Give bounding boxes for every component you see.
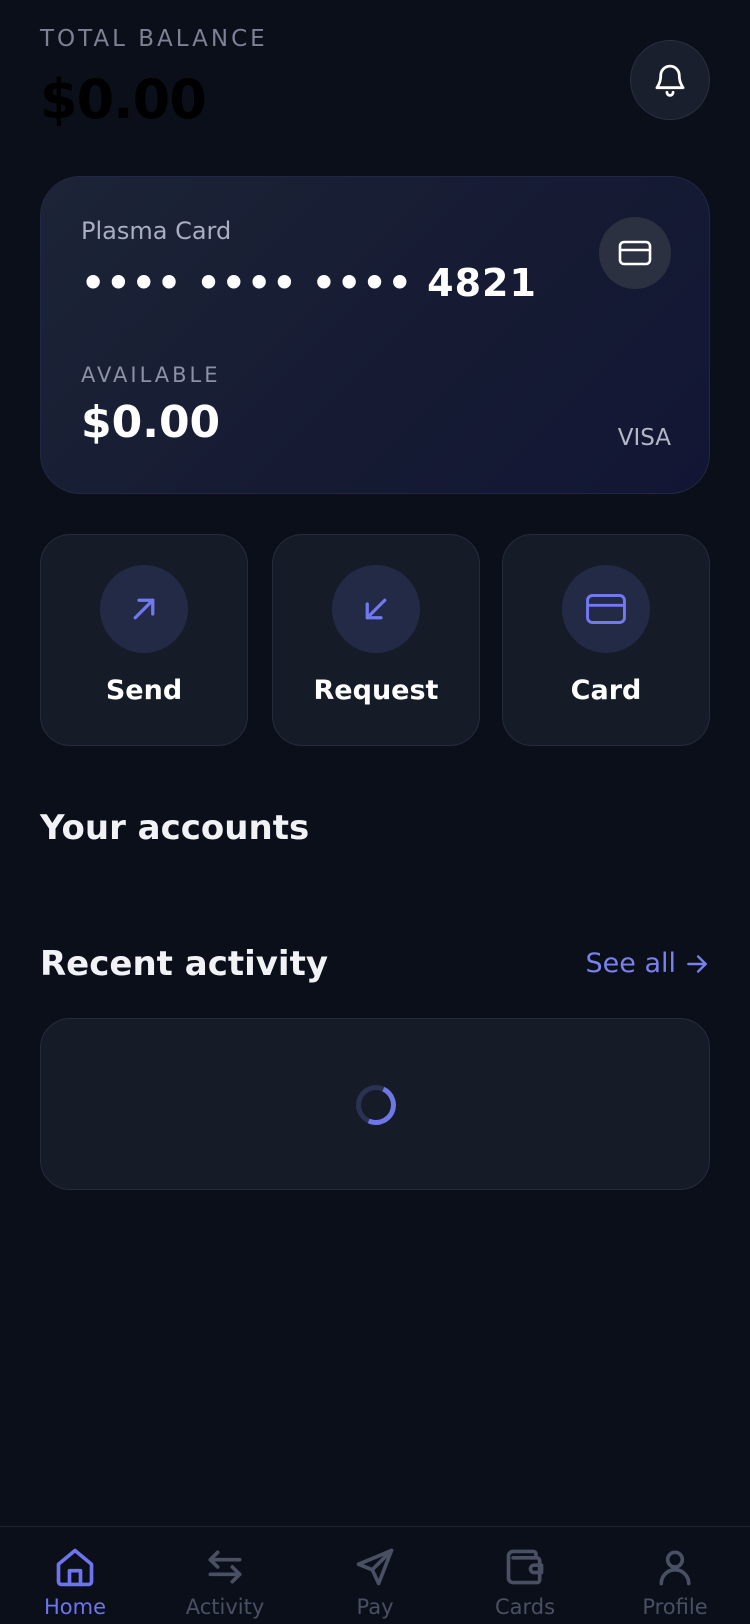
home-screen: TOTAL BALANCE $0.00 Plasma Card •••• •••… (0, 0, 750, 1624)
nav-profile-label: Profile (642, 1595, 708, 1619)
bottom-nav: Home Activity Pay Cards Profile (0, 1526, 750, 1624)
nav-activity[interactable]: Activity (150, 1545, 300, 1619)
see-all-label: See all (585, 948, 677, 979)
card-icon-circle (562, 565, 650, 653)
user-icon (659, 1550, 691, 1586)
send-button[interactable]: Send (40, 534, 248, 746)
total-balance-amount: $0.00 (40, 68, 207, 131)
send-icon-circle (100, 565, 188, 653)
nav-home[interactable]: Home (0, 1545, 150, 1619)
bell-icon (655, 64, 685, 97)
nav-cards-label: Cards (494, 1595, 556, 1619)
wallet-icon (506, 1549, 544, 1585)
card-number: •••• •••• •••• 4821 (81, 261, 537, 305)
send-label: Send (105, 675, 183, 706)
card-label: Card (570, 675, 642, 706)
card-name: Plasma Card (81, 217, 232, 245)
nav-pay[interactable]: Pay (300, 1545, 450, 1619)
nav-pay-label: Pay (356, 1595, 394, 1619)
total-balance-label: TOTAL BALANCE (40, 26, 268, 52)
activity-title: Recent activity (40, 944, 328, 984)
notifications-button[interactable] (630, 40, 710, 120)
home-icon (56, 1548, 94, 1587)
plasma-card[interactable]: Plasma Card •••• •••• •••• 4821 AVAILABL… (40, 176, 710, 494)
request-button[interactable]: Request (272, 534, 480, 746)
paper-plane-icon (356, 1548, 394, 1586)
credit-card-icon (586, 593, 626, 625)
arrow-right-icon (687, 954, 707, 973)
nav-home-label: Home (43, 1595, 106, 1619)
see-all-link[interactable]: See all (586, 948, 711, 979)
swap-arrows-icon (208, 1550, 242, 1584)
request-icon-circle (332, 565, 420, 653)
nav-activity-label: Activity (185, 1595, 265, 1619)
credit-card-icon (618, 240, 652, 266)
card-badge (599, 217, 671, 289)
loading-spinner (350, 1079, 402, 1131)
available-label: AVAILABLE (81, 363, 221, 387)
request-label: Request (313, 675, 439, 706)
recent-activity-panel (40, 1018, 710, 1190)
arrow-down-left-icon (365, 598, 387, 620)
arrow-up-right-icon (133, 598, 155, 620)
card-brand: VISA (617, 425, 671, 451)
nav-profile[interactable]: Profile (600, 1545, 750, 1619)
nav-cards[interactable]: Cards (450, 1545, 600, 1619)
accounts-title: Your accounts (40, 808, 310, 848)
card-button[interactable]: Card (502, 534, 710, 746)
available-amount: $0.00 (81, 397, 221, 448)
